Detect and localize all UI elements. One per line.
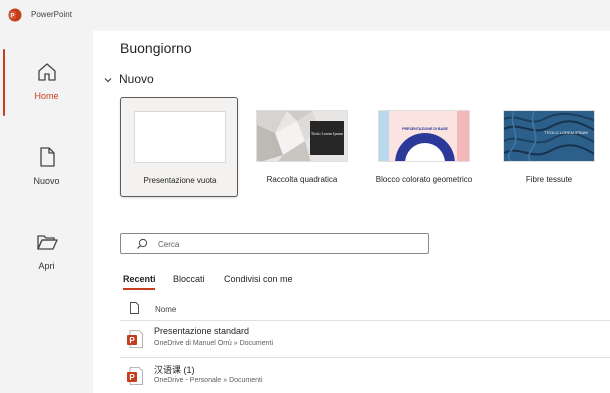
rail-item-label: Apri <box>38 261 55 271</box>
file-type-icon <box>130 302 139 314</box>
template-preview: Titolo Lorem Ipsum <box>257 111 347 161</box>
file-path: OneDrive di Manuel Orrù » Documenti <box>154 340 274 347</box>
tab-recent[interactable]: Recenti <box>123 274 156 284</box>
tab-shared-with-me[interactable]: Condivisi con me <box>224 274 293 284</box>
thumb-title: TITOLO LOREM IPSUM <box>544 130 588 135</box>
active-indicator <box>3 49 5 116</box>
template-label: Fibre tessute <box>525 175 573 184</box>
thumb-title: PRESENTAZIONE DI BASE <box>402 127 448 131</box>
tab-pinned[interactable]: Bloccati <box>173 274 205 284</box>
file-name: Presentazione standard <box>154 326 250 336</box>
file-row[interactable]: P 汉语课 (1) OneDrive - Personale » Documen… <box>120 359 610 393</box>
app-title: PowerPoint <box>31 10 72 19</box>
rail-item-home[interactable]: Home <box>0 39 93 119</box>
template-label: Presentazione vuota <box>143 176 217 185</box>
powerpoint-file-icon: P <box>127 367 143 385</box>
main-content: Buongiorno Nuovo Presentazione vuota Tit… <box>93 31 610 393</box>
chevron-down-icon <box>104 78 112 83</box>
section-title: Nuovo <box>119 72 154 86</box>
file-name: 汉语课 (1) <box>154 365 195 375</box>
template-label: Blocco colorato geometrico <box>375 175 473 184</box>
file-row[interactable]: P Presentazione standard OneDrive di Man… <box>120 322 610 358</box>
thumb-title: Titolo Lorem Ipsum <box>311 131 344 136</box>
search-box[interactable] <box>120 233 429 254</box>
template-raccolta-quadratica[interactable]: Titolo Lorem Ipsum Raccolta quadratica <box>243 97 361 197</box>
template-thumbnail: TITOLO LOREM IPSUM <box>503 110 595 162</box>
file-list-header: Nome <box>120 297 610 321</box>
svg-text:P: P <box>10 14 14 20</box>
powerpoint-logo-icon: P <box>8 8 22 22</box>
page-title: Buongiorno <box>120 40 192 56</box>
search-icon <box>137 238 148 249</box>
template-preview: PRESENTAZIONE DI BASE <box>379 111 469 161</box>
template-fibre-tessute[interactable]: TITOLO LOREM IPSUM Fibre tessute <box>490 97 608 197</box>
rail-item-label: Nuovo <box>33 176 60 186</box>
open-folder-icon <box>37 235 58 250</box>
rail-item-label: Home <box>34 91 59 101</box>
title-bar: P PowerPoint <box>0 0 610 31</box>
home-icon <box>38 63 56 81</box>
rail-item-new[interactable]: Nuovo <box>0 124 93 204</box>
svg-text:P: P <box>129 336 135 345</box>
navigation-rail: Home Nuovo Apri <box>0 31 93 393</box>
template-thumbnail <box>134 111 226 163</box>
column-name-header[interactable]: Nome <box>155 305 176 314</box>
powerpoint-file-icon: P <box>127 330 143 348</box>
svg-text:P: P <box>129 373 135 382</box>
template-thumbnail: PRESENTAZIONE DI BASE <box>378 110 470 162</box>
template-preview: TITOLO LOREM IPSUM <box>504 111 594 161</box>
template-blocco-colorato-geometrico[interactable]: PRESENTAZIONE DI BASE Blocco colorato ge… <box>365 97 483 197</box>
template-label: Raccolta quadratica <box>266 175 338 184</box>
file-path: OneDrive - Personale » Documenti <box>154 377 263 384</box>
tab-active-underline <box>123 288 155 290</box>
rail-item-open[interactable]: Apri <box>0 209 93 289</box>
new-file-icon <box>40 147 55 167</box>
template-blank-presentation[interactable]: Presentazione vuota <box>120 97 238 197</box>
template-thumbnail: Titolo Lorem Ipsum <box>256 110 348 162</box>
search-input[interactable] <box>158 237 418 251</box>
